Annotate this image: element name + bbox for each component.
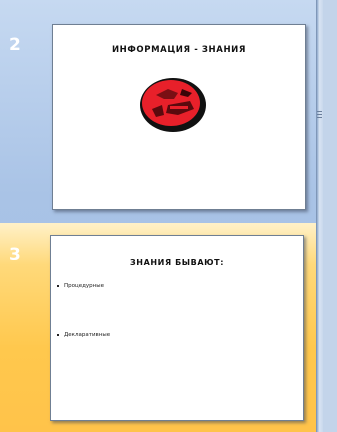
slide-editor-pane-edge <box>323 0 337 432</box>
bullet-item: Декларативные <box>57 332 110 338</box>
red-blob-image-icon <box>140 78 206 132</box>
slide-item-2[interactable]: 2 ИНФОРМАЦИЯ - ЗНАНИЯ <box>0 0 316 218</box>
slide-thumbnail[interactable]: ЗНАНИЯ БЫВАЮТ: Процедурные Декларативные <box>50 235 304 421</box>
bullet-text: Декларативные <box>64 332 111 338</box>
splitter-grip-icon[interactable] <box>317 111 322 121</box>
slide-number: 3 <box>9 245 21 265</box>
slide-thumbnail[interactable]: ИНФОРМАЦИЯ - ЗНАНИЯ <box>52 24 306 210</box>
slide-title: ЗНАНИЯ БЫВАЮТ: <box>129 258 225 267</box>
bullet-text: Процедурные <box>64 283 104 289</box>
pane-splitter[interactable] <box>316 0 323 432</box>
slide-number: 2 <box>9 35 21 55</box>
slide-title: ИНФОРМАЦИЯ - ЗНАНИЯ <box>111 45 247 55</box>
slides-thumbnail-pane[interactable]: 2 ИНФОРМАЦИЯ - ЗНАНИЯ 3 ЗНАНИЯ БЫВАЮТ: П… <box>0 0 316 432</box>
bullet-item: Процедурные <box>57 283 104 289</box>
bullet-dot <box>57 284 59 287</box>
bullet-dot <box>57 333 59 336</box>
slide-item-3[interactable]: 3 ЗНАНИЯ БЫВАЮТ: Процедурные Декларативн… <box>0 223 316 432</box>
